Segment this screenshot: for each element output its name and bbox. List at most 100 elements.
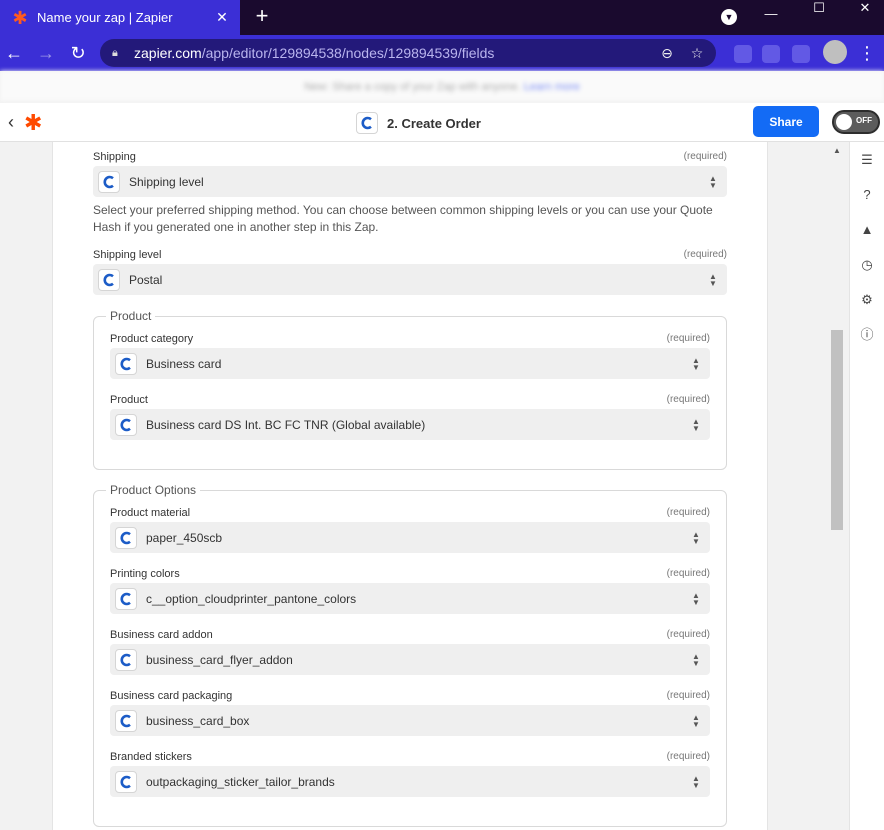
browser-menu-icon[interactable]: ⋮ (858, 41, 876, 65)
select-value: c__option_cloudprinter_pantone_colors (146, 591, 357, 606)
zapier-logo-icon[interactable]: ✱ (24, 112, 42, 134)
required-label: (required) (666, 333, 710, 344)
product-select[interactable]: Business card DS Int. BC FC TNR (Global … (110, 409, 710, 440)
forward-icon[interactable]: → (34, 41, 58, 65)
editor-header: ‹ ✱ 2. Create Order Share OFF (0, 103, 884, 142)
select-arrows-icon: ▲ ▼ (692, 651, 700, 668)
select-value: paper_450scb (146, 530, 223, 545)
select-value: business_card_flyer_addon (146, 652, 293, 667)
banner-text: New: Share a copy of your Zap with anyon… (304, 81, 521, 93)
shipping-level-select[interactable]: Postal ▲ ▼ (93, 264, 727, 295)
close-tab-icon[interactable]: ✕ (214, 9, 230, 26)
business-card-packaging-select[interactable]: business_card_box ▲ ▼ (110, 705, 710, 736)
branded-stickers-field: Branded stickers (required) outpackaging… (110, 751, 710, 797)
field-label: Product (110, 394, 148, 406)
history-clock-icon[interactable]: ◷ (859, 257, 875, 273)
select-value: Business card DS Int. BC FC TNR (Global … (146, 417, 426, 432)
group-legend: Product (106, 309, 156, 323)
scroll-up-arrow-icon[interactable]: ▲ (833, 146, 841, 155)
zap-on-off-toggle[interactable]: OFF (832, 110, 880, 134)
product-category-field: Product category (required) Business car… (110, 333, 710, 379)
step-title: 2. Create Order (387, 115, 481, 131)
cloudprinter-app-icon (356, 112, 378, 134)
info-icon[interactable]: ⓘ (859, 327, 875, 343)
scrollbar-thumb[interactable] (831, 330, 843, 530)
business-card-addon-select[interactable]: business_card_flyer_addon ▲ ▼ (110, 644, 710, 675)
right-sidebar: ☰ ? ▲ ◷ ⚙ ⓘ (849, 142, 884, 830)
product-group: Product Product category (required) Busi… (93, 309, 727, 470)
banner-link[interactable]: Learn more (524, 81, 580, 93)
select-value: Postal (129, 272, 163, 287)
select-arrows-icon: ▲ ▼ (692, 712, 700, 729)
toggle-knob (836, 114, 852, 130)
cloudprinter-app-icon (115, 413, 137, 436)
group-legend: Product Options (106, 483, 201, 497)
url-text[interactable]: zapier.com/app/editor/129894538/nodes/12… (134, 45, 656, 61)
minimize-icon[interactable]: — (748, 7, 794, 22)
select-arrows-icon: ▲ ▼ (709, 173, 717, 190)
browser-toolbar: ← → ↻ 🔒︎ zapier.com/app/editor/129894538… (0, 35, 884, 71)
bookmark-star-icon[interactable]: ☆ (686, 45, 708, 62)
select-arrows-icon: ▲ ▼ (692, 773, 700, 790)
profile-avatar[interactable] (823, 40, 847, 64)
toggle-label: OFF (856, 116, 872, 125)
tab-search-icon[interactable]: ▼ (721, 9, 737, 25)
details-list-icon[interactable]: ☰ (859, 152, 875, 168)
required-label: (required) (666, 568, 710, 579)
back-chevron-icon[interactable]: ‹ (8, 113, 14, 131)
address-bar[interactable]: 🔒︎ zapier.com/app/editor/129894538/nodes… (100, 39, 716, 67)
select-arrows-icon: ▲ ▼ (692, 416, 700, 433)
shipping-help-text: Select your preferred shipping method. Y… (93, 203, 713, 234)
close-window-icon[interactable]: ✕ (842, 1, 884, 16)
maximize-icon[interactable]: ☐ (796, 1, 842, 16)
extension-icon[interactable] (734, 45, 752, 63)
printing-colors-select[interactable]: c__option_cloudprinter_pantone_colors ▲ ▼ (110, 583, 710, 614)
product-material-select[interactable]: paper_450scb ▲ ▼ (110, 522, 710, 553)
cloudprinter-app-icon (115, 352, 137, 375)
tab-title: Name your zap | Zapier (37, 10, 173, 25)
warning-icon[interactable]: ▲ (859, 222, 875, 238)
fields-panel: Shipping (required) Shipping level ▲ ▼ Se… (52, 142, 768, 830)
field-label: Branded stickers (110, 751, 192, 763)
extension-icon[interactable] (792, 45, 810, 63)
browser-tab[interactable]: ✱ Name your zap | Zapier ✕ (0, 0, 240, 35)
field-label: Shipping (93, 151, 136, 163)
help-icon[interactable]: ? (859, 187, 875, 203)
cloudprinter-app-icon (115, 587, 137, 610)
cloudprinter-app-icon (115, 648, 137, 671)
extension-icon[interactable] (762, 45, 780, 63)
product-category-select[interactable]: Business card ▲ ▼ (110, 348, 710, 379)
new-tab-icon[interactable]: + (250, 4, 274, 28)
settings-gear-icon[interactable]: ⚙ (859, 292, 875, 308)
shipping-level-field: Shipping level (required) Postal ▲ ▼ (93, 249, 727, 295)
back-icon[interactable]: ← (2, 41, 26, 65)
cloudprinter-app-icon (98, 268, 120, 291)
select-value: outpackaging_sticker_tailor_brands (146, 774, 335, 789)
printing-colors-field: Printing colors (required) c__option_clo… (110, 568, 710, 614)
product-options-group: Product Options Product material (requir… (93, 483, 727, 827)
required-label: (required) (666, 690, 710, 701)
product-field: Product (required) Business card DS Int.… (110, 394, 710, 440)
announcement-banner: New: Share a copy of your Zap with anyon… (0, 71, 884, 103)
select-arrows-icon: ▲ ▼ (692, 590, 700, 607)
shipping-select[interactable]: Shipping level ▲ ▼ (93, 166, 727, 197)
field-label: Printing colors (110, 568, 180, 580)
business-card-packaging-field: Business card packaging (required) busin… (110, 690, 710, 736)
cloudprinter-app-icon (115, 709, 137, 732)
zapier-favicon-icon: ✱ (12, 7, 28, 28)
branded-stickers-select[interactable]: outpackaging_sticker_tailor_brands ▲ ▼ (110, 766, 710, 797)
required-label: (required) (666, 394, 710, 405)
reload-icon[interactable]: ↻ (66, 41, 90, 65)
cloudprinter-app-icon (115, 770, 137, 793)
lock-icon: 🔒︎ (112, 46, 118, 59)
share-button[interactable]: Share (753, 106, 819, 137)
field-label: Product category (110, 333, 194, 345)
zoom-icon[interactable]: ⊖ (656, 45, 678, 62)
field-label: Shipping level (93, 249, 162, 261)
cloudprinter-app-icon (98, 170, 120, 193)
select-value: business_card_box (146, 713, 250, 728)
select-arrows-icon: ▲ ▼ (692, 355, 700, 372)
field-label: Business card addon (110, 629, 213, 641)
panel-scrollbar[interactable]: ▲ (829, 142, 845, 830)
product-material-field: Product material (required) paper_450scb… (110, 507, 710, 553)
